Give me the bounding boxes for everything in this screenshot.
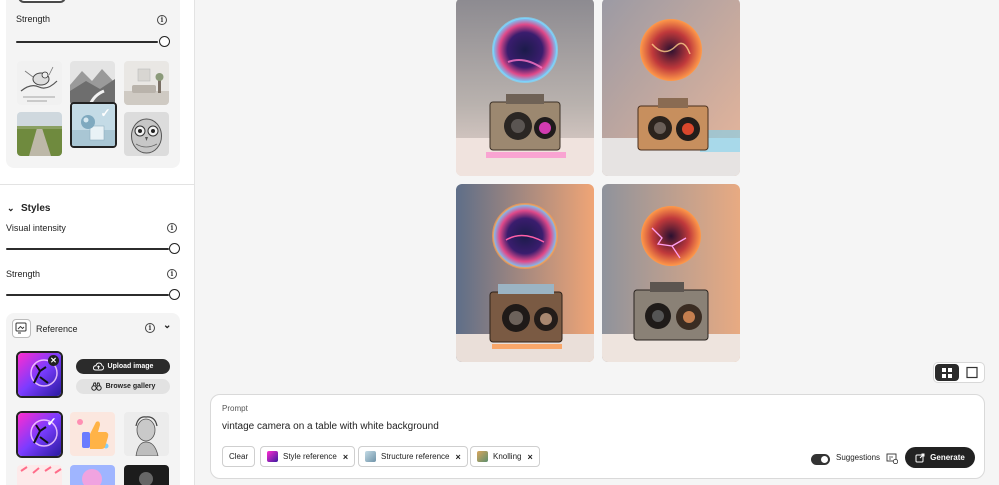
gallery-partial-image: [124, 465, 169, 485]
view-mode-toggle: [933, 362, 985, 383]
structure-strength-slider-thumb[interactable]: [159, 36, 170, 47]
gallery-partial-image: [17, 465, 62, 485]
structure-strength-label: Strength: [16, 14, 51, 24]
prompt-input[interactable]: vintage camera on a table with white bac…: [222, 421, 439, 432]
camera-variation-image: [602, 184, 740, 362]
generate-button[interactable]: Generate: [905, 447, 975, 468]
structure-thumb-bird-sketch[interactable]: [17, 61, 62, 105]
remove-chip-icon[interactable]: ×: [343, 452, 348, 462]
grid-icon: [942, 368, 952, 378]
section-divider: [0, 184, 194, 185]
style-reference-thumb-icon: [267, 451, 278, 462]
remove-chip-icon[interactable]: ×: [527, 452, 532, 462]
prompt-label: Prompt: [222, 404, 248, 413]
reference-chevron-down-icon[interactable]: ⌄: [163, 320, 171, 331]
gallery-thumb-partial-3[interactable]: [124, 465, 169, 485]
gallery-thumb-classical-bust[interactable]: [124, 412, 169, 456]
chip-structure-reference[interactable]: Structure reference ×: [358, 446, 468, 467]
cloud-upload-icon: [92, 362, 104, 371]
knolling-thumb-icon: [477, 451, 488, 462]
info-icon[interactable]: i: [167, 223, 177, 233]
reference-title: Reference: [36, 324, 78, 334]
info-icon[interactable]: i: [145, 323, 155, 333]
structure-thumb-sphere-cube-3d[interactable]: ✓: [70, 102, 117, 148]
chip-label: Knolling: [493, 452, 522, 461]
structure-header-button[interactable]: [18, 0, 66, 3]
chip-label: Structure reference: [381, 452, 450, 461]
mountain-road-image: [70, 61, 115, 105]
visual-intensity-slider[interactable]: [6, 248, 169, 250]
living-room-image: [124, 61, 169, 105]
styles-chevron-down-icon[interactable]: ⌄: [7, 203, 15, 214]
generated-image-4[interactable]: [602, 184, 740, 362]
structure-panel: Strength i ✓: [6, 0, 180, 168]
single-view-button[interactable]: [960, 364, 984, 381]
gallery-thumb-partial-2[interactable]: [70, 465, 115, 485]
reference-image-selected[interactable]: ✕: [16, 351, 63, 398]
camera-variation-image: [456, 184, 594, 362]
clear-label: Clear: [229, 452, 249, 461]
structure-thumb-owl-sketch[interactable]: [124, 112, 169, 156]
thumbs-up-image: [70, 412, 115, 456]
chip-label: Style reference: [283, 452, 337, 461]
upload-image-label: Upload image: [107, 363, 154, 370]
structure-reference-thumb-icon: [365, 451, 376, 462]
generate-label: Generate: [930, 453, 965, 462]
prompt-panel: Prompt vintage camera on a table with wh…: [210, 394, 985, 479]
classical-bust-image: [124, 412, 169, 456]
visual-intensity-slider-thumb[interactable]: [169, 243, 180, 254]
binoculars-icon: [90, 382, 102, 391]
browse-gallery-button[interactable]: Browse gallery: [76, 379, 170, 394]
grid-view-button[interactable]: [935, 364, 959, 381]
structure-thumb-mountain-road[interactable]: [70, 61, 115, 105]
remove-chip-icon[interactable]: ×: [455, 452, 460, 462]
generated-image-3[interactable]: [456, 184, 594, 362]
single-square-icon: [966, 366, 978, 379]
info-icon[interactable]: i: [167, 269, 177, 279]
structure-strength-slider[interactable]: [16, 41, 158, 43]
selected-check-icon: ✓: [46, 415, 57, 429]
toggle-knob: [821, 456, 828, 463]
remove-reference-icon[interactable]: ✕: [48, 355, 59, 366]
reference-icon: [12, 319, 31, 338]
browse-gallery-label: Browse gallery: [105, 383, 156, 390]
structure-thumb-living-room[interactable]: [124, 61, 169, 105]
field-road-image: [17, 112, 62, 156]
chip-style-reference[interactable]: Style reference ×: [260, 446, 356, 467]
gallery-thumb-neon-figure[interactable]: ✓: [16, 411, 63, 458]
suggestions-label: Suggestions: [836, 453, 881, 462]
upload-image-button[interactable]: Upload image: [76, 359, 170, 374]
suggestions-toggle[interactable]: [811, 454, 830, 465]
owl-sketch-image: [124, 112, 169, 156]
clear-button[interactable]: Clear: [222, 446, 256, 467]
camera-variation-image: [456, 0, 594, 176]
generated-image-2[interactable]: [602, 0, 740, 176]
gallery-partial-image: [70, 465, 115, 485]
structure-thumb-field-road[interactable]: [17, 112, 62, 156]
bird-sketch-image: [17, 61, 62, 105]
gallery-thumb-partial-1[interactable]: [17, 465, 62, 485]
styles-section-title[interactable]: Styles: [21, 203, 50, 214]
suggestions-settings-icon[interactable]: [886, 452, 898, 464]
generate-icon: [915, 453, 925, 462]
settings-sidebar: Strength i ✓ ⌄ Styles Visual intensity i…: [0, 0, 195, 485]
gallery-thumb-thumbs-up-3d[interactable]: [70, 412, 115, 456]
generated-image-1[interactable]: [456, 0, 594, 176]
reference-panel: Reference i ⌄ ✕ Upload image Browse gall…: [6, 313, 180, 485]
selected-check-icon: ✓: [100, 106, 111, 120]
info-icon[interactable]: i: [157, 15, 167, 25]
styles-strength-label: Strength: [6, 269, 41, 279]
chip-knolling[interactable]: Knolling ×: [470, 446, 540, 467]
camera-variation-image: [602, 0, 740, 176]
styles-strength-slider[interactable]: [6, 294, 169, 296]
visual-intensity-label: Visual intensity: [6, 223, 66, 233]
styles-strength-slider-thumb[interactable]: [169, 289, 180, 300]
